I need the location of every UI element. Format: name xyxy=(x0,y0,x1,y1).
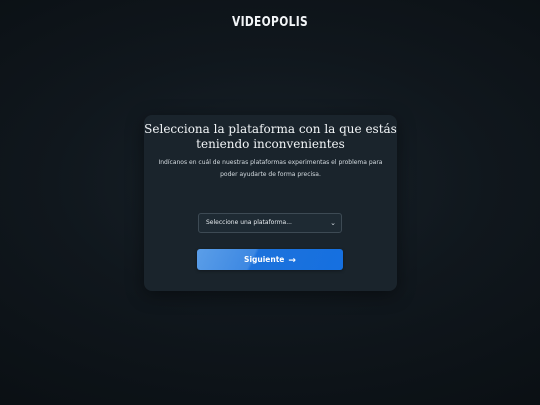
arrow-right-icon: → xyxy=(288,256,296,266)
platform-select[interactable]: Seleccione una plataforma... ⌄ xyxy=(198,213,342,233)
platform-select-value: Seleccione una plataforma... xyxy=(206,219,292,226)
platform-selection-card: Selecciona la plataforma con la que está… xyxy=(144,115,397,291)
card-title-line-1: Selecciona la plataforma con la que está… xyxy=(144,122,397,136)
videopolis-logo: VIDEOPOLIS xyxy=(231,15,309,30)
card-description-line-2: poder ayudarte de forma precisa. xyxy=(220,171,321,178)
card-description: Indícanos en cuál de nuestras plataforma… xyxy=(152,157,389,181)
next-button[interactable]: Siguiente → xyxy=(197,249,343,270)
card-description-line-1: Indícanos en cuál de nuestras plataforma… xyxy=(158,159,383,166)
chevron-down-icon: ⌄ xyxy=(330,219,336,227)
card-title: Selecciona la plataforma con la que está… xyxy=(144,122,397,152)
next-button-label: Siguiente xyxy=(244,255,285,264)
card-title-line-2: teniendo inconvenientes xyxy=(196,137,345,151)
